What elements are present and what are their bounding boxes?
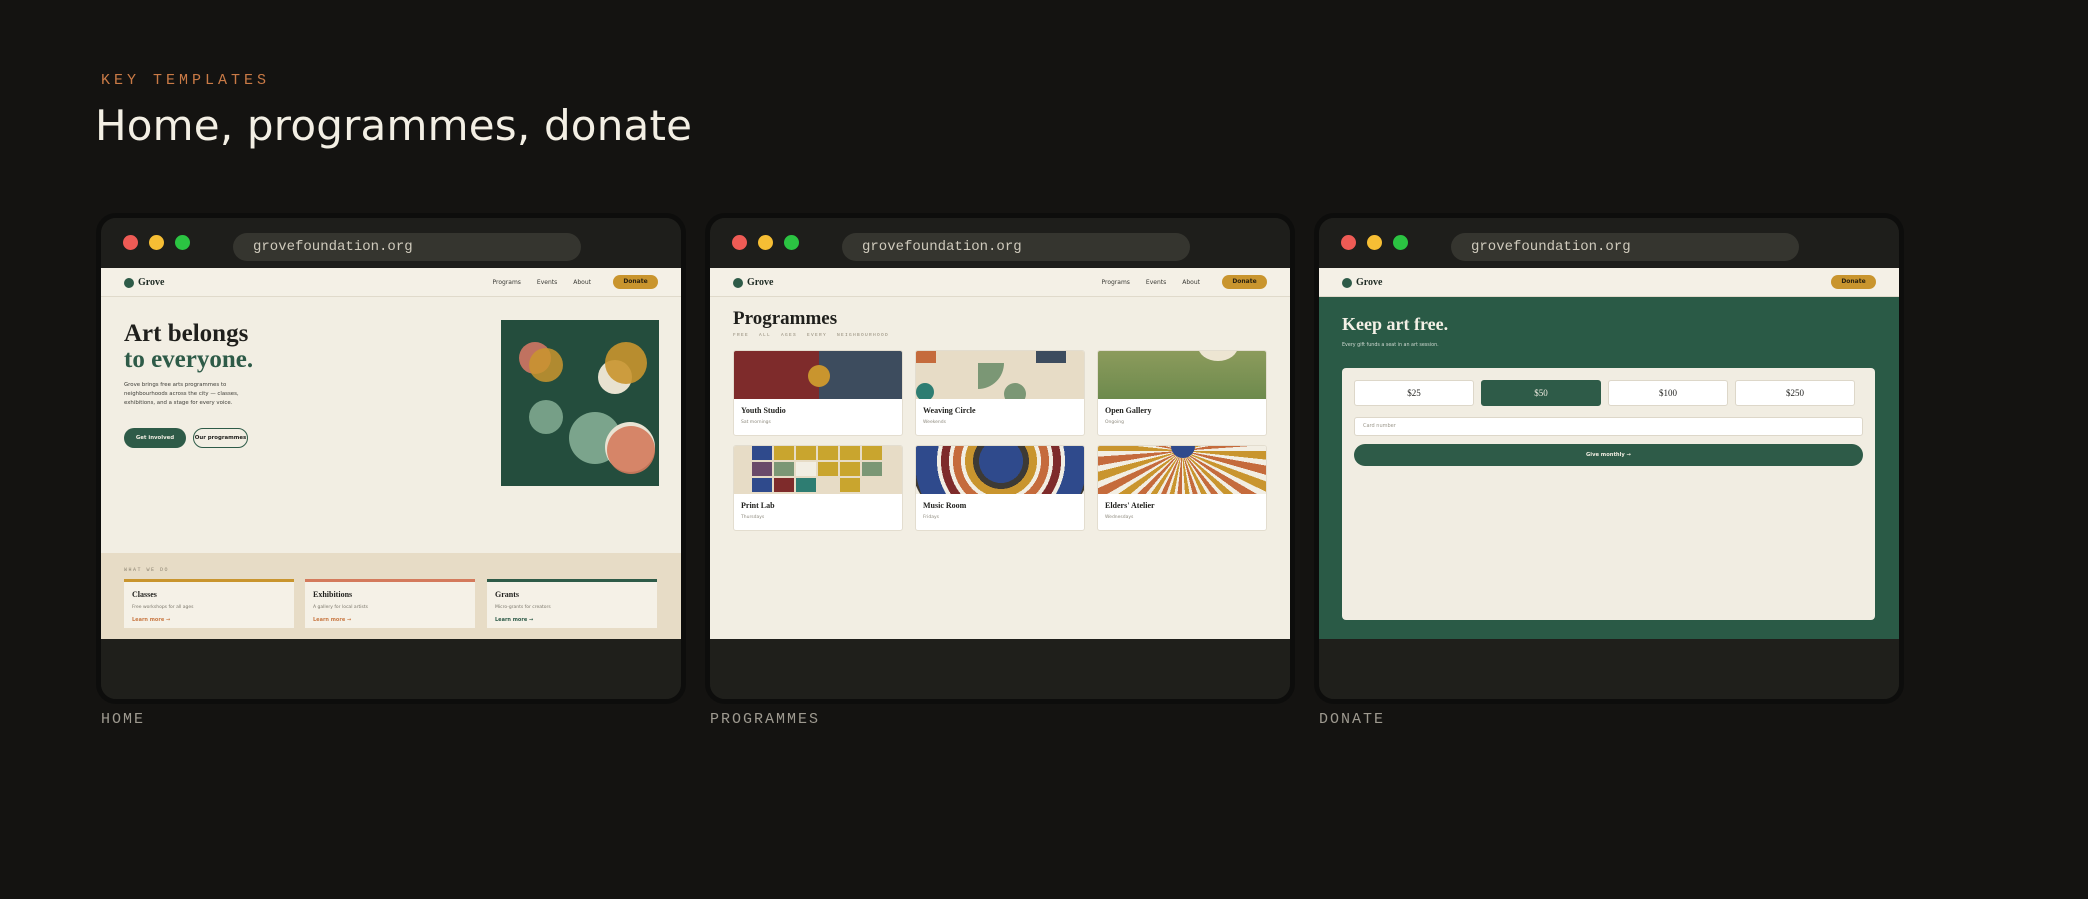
site-logo[interactable]: Grove: [1342, 277, 1382, 288]
programme-card-open-gallery[interactable]: Open Gallery Ongoing: [1097, 350, 1267, 436]
nav-link-events[interactable]: Events: [537, 279, 557, 286]
window-footer: [1319, 639, 1899, 699]
amount-option-100[interactable]: $100: [1608, 380, 1728, 406]
programme-card-weaving-circle[interactable]: Weaving Circle Weekends: [915, 350, 1085, 436]
programmes-page: Grove Programs Events About Donate Progr…: [710, 268, 1290, 639]
minimize-dot-icon[interactable]: [1367, 235, 1382, 250]
site-logo[interactable]: Grove: [733, 277, 773, 288]
donate-browser-window: grovefoundation.org Grove Donate Keep ar…: [1314, 213, 1904, 704]
donate-button[interactable]: Donate: [1831, 275, 1876, 289]
learn-more-link[interactable]: Learn more →: [313, 617, 351, 623]
site-nav: Grove Donate: [1319, 268, 1899, 297]
maximize-dot-icon[interactable]: [175, 235, 190, 250]
programme-card-youth-studio[interactable]: Youth Studio Sat mornings: [733, 350, 903, 436]
maximize-dot-icon[interactable]: [1393, 235, 1408, 250]
learn-more-link[interactable]: Learn more →: [495, 617, 533, 623]
donate-button[interactable]: Donate: [1222, 275, 1267, 289]
minimize-dot-icon[interactable]: [149, 235, 164, 250]
programmes-title: Programmes: [733, 308, 838, 329]
browser-chrome: grovefoundation.org: [710, 218, 1290, 267]
card-illustration: [734, 351, 902, 399]
home-caption: HOME: [101, 711, 146, 728]
get-involved-button[interactable]: Get involved: [124, 428, 186, 448]
close-dot-icon[interactable]: [1341, 235, 1356, 250]
home-browser-window: grovefoundation.org Grove Programs Event…: [96, 213, 686, 704]
close-dot-icon[interactable]: [123, 235, 138, 250]
programme-card-print-lab[interactable]: Print Lab Thursdays: [733, 445, 903, 531]
page-headline: Home, programmes, donate: [95, 101, 693, 150]
logo-circle-icon: [1342, 277, 1352, 288]
logo-circle-icon: [124, 277, 134, 288]
donate-title: Keep art free.: [1342, 314, 1449, 334]
nav-link-programs[interactable]: Programs: [492, 279, 520, 286]
programmes-caption: PROGRAMMES: [710, 711, 821, 728]
site-nav: Grove Programs Events About Donate: [710, 268, 1290, 297]
nav-link-programs[interactable]: Programs: [1101, 279, 1129, 286]
donate-subtitle: Every gift funds a seat in an art sessio…: [1342, 343, 1439, 348]
logo-circle-icon: [733, 277, 743, 288]
card-classes[interactable]: Classes Free workshops for all ages Lear…: [124, 579, 294, 628]
site-nav: Grove Programs Events About Donate: [101, 268, 681, 297]
site-logo[interactable]: Grove: [124, 277, 164, 288]
address-bar[interactable]: grovefoundation.org: [1451, 233, 1799, 261]
maximize-dot-icon[interactable]: [784, 235, 799, 250]
amount-option-50[interactable]: $50: [1481, 380, 1601, 406]
donate-page: Grove Donate Keep art free. Every gift f…: [1319, 268, 1899, 639]
amount-option-250[interactable]: $250: [1735, 380, 1855, 406]
nav-link-about[interactable]: About: [1182, 279, 1200, 286]
card-illustration: [916, 351, 1084, 399]
programme-card-elders-atelier[interactable]: Elders' Atelier Wednesdays: [1097, 445, 1267, 531]
window-footer: [101, 639, 681, 699]
browser-chrome: grovefoundation.org: [1319, 218, 1899, 267]
programme-filters: FREE ALL AGES EVERY NEIGHBOURHOOD: [733, 333, 890, 338]
hero-title-line1: Art belongs: [124, 320, 249, 347]
address-bar[interactable]: grovefoundation.org: [842, 233, 1190, 261]
donation-form: $25 $50 $100 $250 Card number Give month…: [1342, 368, 1875, 620]
nav-link-events[interactable]: Events: [1146, 279, 1166, 286]
browser-chrome: grovefoundation.org: [101, 218, 681, 267]
card-grants[interactable]: Grants Micro-grants for creators Learn m…: [487, 579, 657, 628]
close-dot-icon[interactable]: [732, 235, 747, 250]
donate-caption: DONATE: [1319, 711, 1386, 728]
card-illustration: [916, 446, 1084, 494]
card-illustration: [734, 446, 902, 494]
card-exhibitions[interactable]: Exhibitions A gallery for local artists …: [305, 579, 475, 628]
card-illustration: [1098, 351, 1266, 399]
eyebrow-label: KEY TEMPLATES: [101, 72, 271, 89]
our-programmes-button[interactable]: Our programmes: [193, 428, 248, 448]
card-number-input[interactable]: Card number: [1354, 417, 1863, 436]
programmes-browser-window: grovefoundation.org Grove Programs Event…: [705, 213, 1295, 704]
learn-more-link[interactable]: Learn more →: [132, 617, 170, 623]
hero-title-line2: to everyone.: [124, 346, 254, 373]
home-page: Grove Programs Events About Donate Art b…: [101, 268, 681, 639]
amount-option-25[interactable]: $25: [1354, 380, 1474, 406]
card-illustration: [1098, 446, 1266, 494]
donate-button[interactable]: Donate: [613, 275, 658, 289]
section-label: WHAT WE DO: [124, 567, 170, 573]
hero-intro: Grove brings free arts programmes to nei…: [124, 382, 239, 406]
give-monthly-button[interactable]: Give monthly →: [1354, 444, 1863, 466]
hero-artwork: [501, 320, 659, 486]
programme-card-music-room[interactable]: Music Room Fridays: [915, 445, 1085, 531]
nav-link-about[interactable]: About: [573, 279, 591, 286]
window-footer: [710, 639, 1290, 699]
minimize-dot-icon[interactable]: [758, 235, 773, 250]
address-bar[interactable]: grovefoundation.org: [233, 233, 581, 261]
what-we-do-section: WHAT WE DO Classes Free workshops for al…: [101, 553, 681, 639]
